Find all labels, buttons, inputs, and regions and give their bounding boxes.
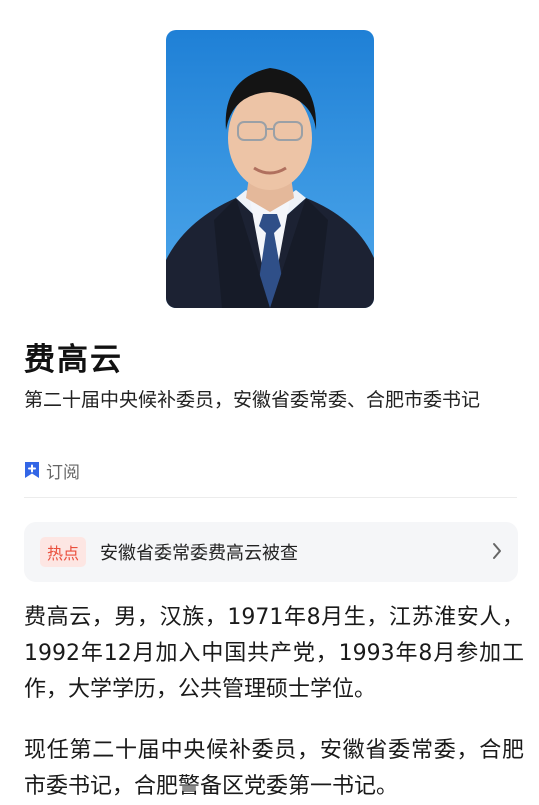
bio-paragraph-1: 费高云，男，汉族，1971年8月生，江苏淮安人，1992年12月加入中国共产党，…: [24, 605, 524, 702]
chevron-right-icon: [492, 542, 502, 564]
hot-topic-card[interactable]: 热点 安徽省委常委费高云被查: [24, 522, 518, 582]
subscribe-button[interactable]: 订阅: [24, 458, 80, 483]
profile-name: 费高云: [24, 342, 123, 378]
profile-title: 第二十届中央候补委员，安徽省委常委、合肥市委书记: [24, 389, 481, 411]
divider: [24, 497, 517, 498]
hot-tag: 热点: [40, 537, 87, 567]
bookmark-plus-icon: [24, 461, 40, 479]
hot-topic-text: 安徽省委常委费高云被查: [100, 543, 299, 564]
subscribe-label: 订阅: [46, 462, 80, 483]
bio-paragraph-2: 现任第二十届中央候补委员，安徽省委常委，合肥市委书记，合肥警备区党委第一书记。: [24, 738, 524, 799]
profile-photo: [166, 30, 374, 308]
